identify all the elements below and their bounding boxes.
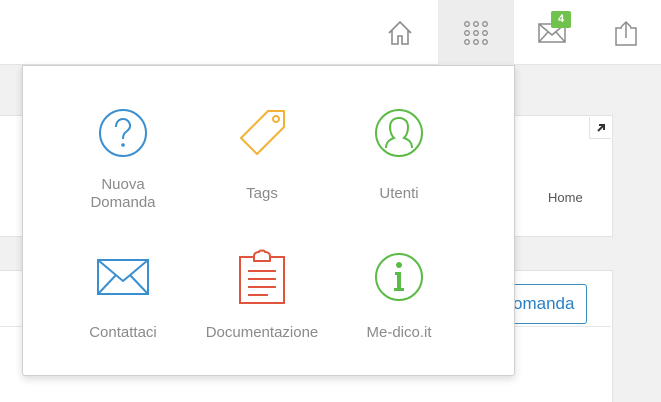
apps-menu-button[interactable] (438, 0, 514, 65)
menu-item-label: Contattaci (89, 324, 157, 341)
home-button[interactable] (362, 0, 438, 65)
envelope-icon (97, 259, 149, 295)
menu-item-label: Me-dico.it (366, 324, 432, 341)
upload-button[interactable] (590, 0, 661, 65)
expand-arrow-icon (596, 123, 605, 132)
grid-icon (464, 20, 488, 45)
home-icon (388, 20, 412, 45)
menu-item-label: Tags (246, 185, 278, 202)
messages-button[interactable]: 4 (514, 0, 590, 65)
top-navbar: 4 (0, 0, 661, 65)
tag-icon (240, 110, 285, 155)
messages-count-badge: 4 (551, 11, 571, 28)
breadcrumb-home[interactable]: Home (548, 190, 583, 205)
question-circle-icon (99, 109, 147, 157)
menu-item-label: Utenti (379, 185, 419, 202)
info-circle-icon (375, 253, 423, 301)
menu-item-label: Nuova Domanda (90, 176, 156, 211)
menu-item-label: Documentazione (205, 324, 319, 341)
clipboard-icon (239, 249, 285, 304)
apps-dropdown: Nuova Domanda Tags Utenti Contattaci Doc… (22, 65, 515, 376)
upload-icon (614, 20, 637, 46)
menu-item-contact[interactable]: Contattaci (48, 248, 198, 368)
menu-item-documentation[interactable]: Documentazione (187, 248, 337, 368)
expand-button[interactable] (589, 117, 611, 139)
menu-item-tags[interactable]: Tags (187, 104, 337, 224)
user-circle-icon (375, 109, 423, 157)
menu-item-users[interactable]: Utenti (324, 104, 474, 224)
menu-item-me-dico[interactable]: Me-dico.it (324, 248, 474, 368)
new-question-label: omanda (513, 294, 575, 313)
menu-item-new-question[interactable]: Nuova Domanda (48, 104, 198, 224)
